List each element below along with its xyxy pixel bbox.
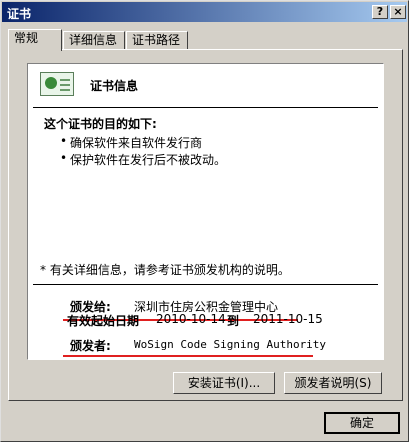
purpose-title: 这个证书的目的如下: [44,117,157,131]
window-title: 证书 [7,7,32,21]
tab-details[interactable]: 详细信息 [63,31,125,49]
valid-from-label: 有效起始日期 [67,314,140,328]
tab-certification-path[interactable]: 证书路径 [126,31,188,49]
purpose-item: • 确保软件来自软件发行商 [60,134,203,150]
ok-button[interactable]: 确定 [324,412,400,434]
valid-to-value: 2011-10-15 [253,312,323,326]
valid-to-label: 到 [227,314,240,328]
install-certificate-button[interactable]: 安装证书(I)... [173,372,275,394]
issued-by-value: WoSign Code Signing Authority [134,338,327,351]
certificate-icon [40,72,74,96]
tab-general[interactable]: 常规 [8,29,62,51]
details-note: * 有关详细信息，请参考证书颁发机构的说明。 [40,263,290,277]
issued-by-label: 颁发者: [70,339,111,353]
close-button[interactable]: × [390,5,406,19]
purpose-item: • 保护软件在发行后不被改动。 [60,151,227,167]
title-bar[interactable]: 证书 ? × [2,2,407,22]
issuer-statement-button[interactable]: 颁发者说明(S) [284,372,382,394]
divider [33,107,378,108]
valid-from-value: 2010-10-14 [156,312,226,326]
certificate-dialog: 证书 ? × 常规 详细信息 证书路径 证书信息 这个证书的目的如下: • 确保… [0,0,409,442]
red-underline-annotation [63,355,313,357]
divider [33,284,378,285]
general-tab-panel: 证书信息 这个证书的目的如下: • 确保软件来自软件发行商 • 保护软件在发行后… [8,49,403,401]
certificate-heading: 证书信息 [90,79,139,93]
help-button[interactable]: ? [372,5,388,19]
